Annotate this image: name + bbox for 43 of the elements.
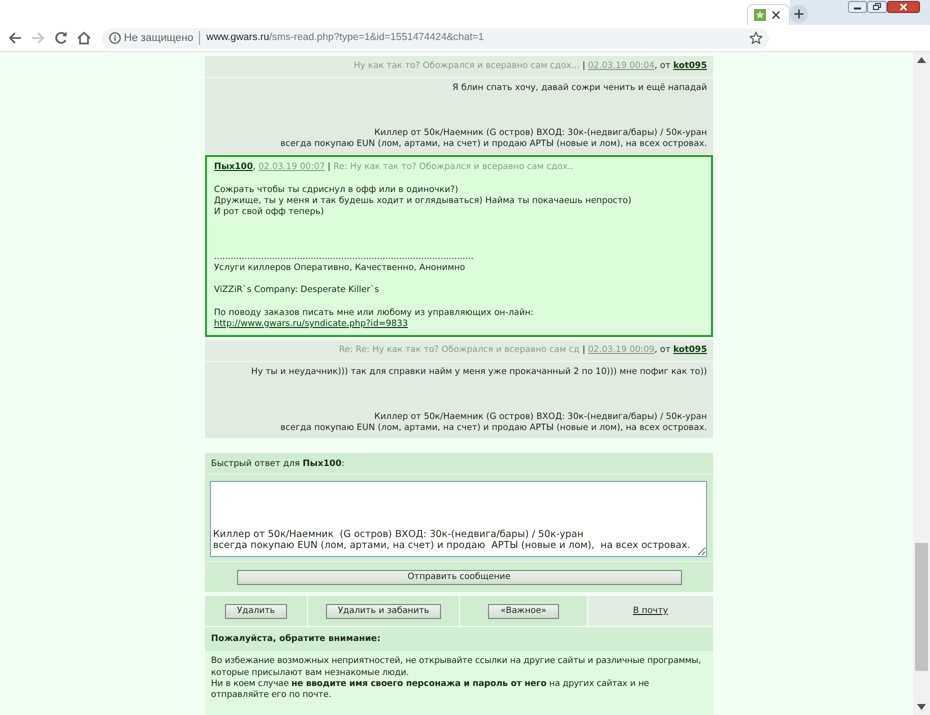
action-button[interactable]: «Важное» xyxy=(488,604,559,619)
author-link[interactable]: Пых100 xyxy=(214,162,253,172)
close-icon[interactable] xyxy=(887,1,920,13)
signature-text: Киллер от 50к/Наемник (G остров) ВХОД: 30к-(недвига/бары) / 50к-уран всегда покупаю EUN (лом, артами, на счет) и продаю АРТЫ (новые и лом), на всех островах. xyxy=(279,128,707,150)
new-tab-icon[interactable] xyxy=(790,5,808,23)
home-icon[interactable] xyxy=(76,30,92,46)
scrollbar[interactable] xyxy=(913,52,930,715)
message-text: Я блин спать хочу, давай сожри ченить и ещё нападай xyxy=(451,83,707,94)
message-text: Сожрать чтобы ты сдриснул в офф или в одиночки?) Дружище, ты у меня и так будешь ходит и оглядываться) Найма ты покачаешь непросто) И рот свой офф теперь) xyxy=(214,184,632,218)
author-link[interactable]: kot095 xyxy=(673,61,707,71)
action-button[interactable]: Удалить xyxy=(224,604,287,619)
url-text[interactable]: www.gwars.ru/sms-read.php?type=1&id=1551474424&chat=1 xyxy=(206,30,484,46)
signature-text: По поводу заказов писать мне или любому из управляющих он-лайн: http://www.gwars.ru/syndicate.php?id=9833 xyxy=(214,308,534,330)
message-header: Re: Re: Ну как так то? Обожрался и всеравно сам сд | 02.03.19 00:09, от kot095 xyxy=(205,340,713,362)
signature-text: .............................................................................................. Услуги киллеров Оперативно, Качественно, Анонимно xyxy=(214,252,475,274)
restore-icon[interactable] xyxy=(867,1,887,13)
reply-field[interactable]: Киллер от 50к/Наемник (G остров) ВХОД: 30к-(недвига/бары) / 50к-уран всегда покупаю EUN (лом, артами, на счет) и продаю АРТЫ (новые и лом), на всех островах. xyxy=(210,481,707,558)
signature-link[interactable]: http://www.gwars.ru/syndicate.php?id=9833 xyxy=(214,318,408,329)
scroll-down-icon[interactable] xyxy=(917,704,926,710)
signature-text: ViZZiR`s Company: Desperate Killer`s xyxy=(214,285,380,297)
favicon-icon xyxy=(754,9,766,21)
reload-icon[interactable] xyxy=(53,30,69,46)
action-button[interactable]: Удалить и забанить xyxy=(326,604,442,619)
reply-label: Быстрый ответ для Пых100: xyxy=(205,453,713,476)
inbox-link[interactable]: В почту xyxy=(632,606,668,617)
browser-tab[interactable] xyxy=(747,4,790,25)
scrollbar-thumb[interactable] xyxy=(915,543,928,671)
author-link[interactable]: kot095 xyxy=(673,345,707,356)
notice-title: Пожалуйста, обратите внимание: xyxy=(205,627,713,652)
signature-text: Киллер от 50к/Наемник (G остров) ВХОД: 30к-(недвига/бары) / 50к-уран всегда покупаю EUN (лом, артами, на счет) и продаю АРТЫ (новые и лом), на всех островах. xyxy=(279,412,707,434)
message-header: Ну как так то? Обожрался и всеравно сам сдох... | 02.03.19 00:04, от kot095 xyxy=(205,56,713,77)
address-bar[interactable]: Не защищено www.gwars.ru/sms-read.php?type=1&id=1551474424&chat=1 xyxy=(102,28,769,48)
info-icon xyxy=(109,32,121,44)
notice-text: Во избежание возможных неприятностей, не открывайте ссылки на другие сайты и различные программы, которые присылают вам незнакомые люди. Ни в коем случае не вводите имя своего персонажа и пароль от него на других сайтах и не отправляйте его по почте. xyxy=(205,651,713,715)
message-header: Пых100, 02.03.19 00:07 | Re: Ну как так то? Обожрался и всеравно сам сдох.. xyxy=(214,162,574,174)
message-text: Ну ты и неудачник))) так для справки найм у меня уже прокачанный 2 по 10))) мне пофиг как то)) xyxy=(250,367,707,378)
star-icon[interactable] xyxy=(749,31,763,45)
minimize-icon[interactable] xyxy=(848,1,867,13)
security-label: Не защищено xyxy=(124,30,194,46)
close-icon[interactable] xyxy=(772,11,780,19)
send-button[interactable]: Отправить сообщение xyxy=(236,570,682,585)
scroll-up-icon[interactable] xyxy=(917,57,926,63)
back-icon[interactable] xyxy=(7,30,23,46)
